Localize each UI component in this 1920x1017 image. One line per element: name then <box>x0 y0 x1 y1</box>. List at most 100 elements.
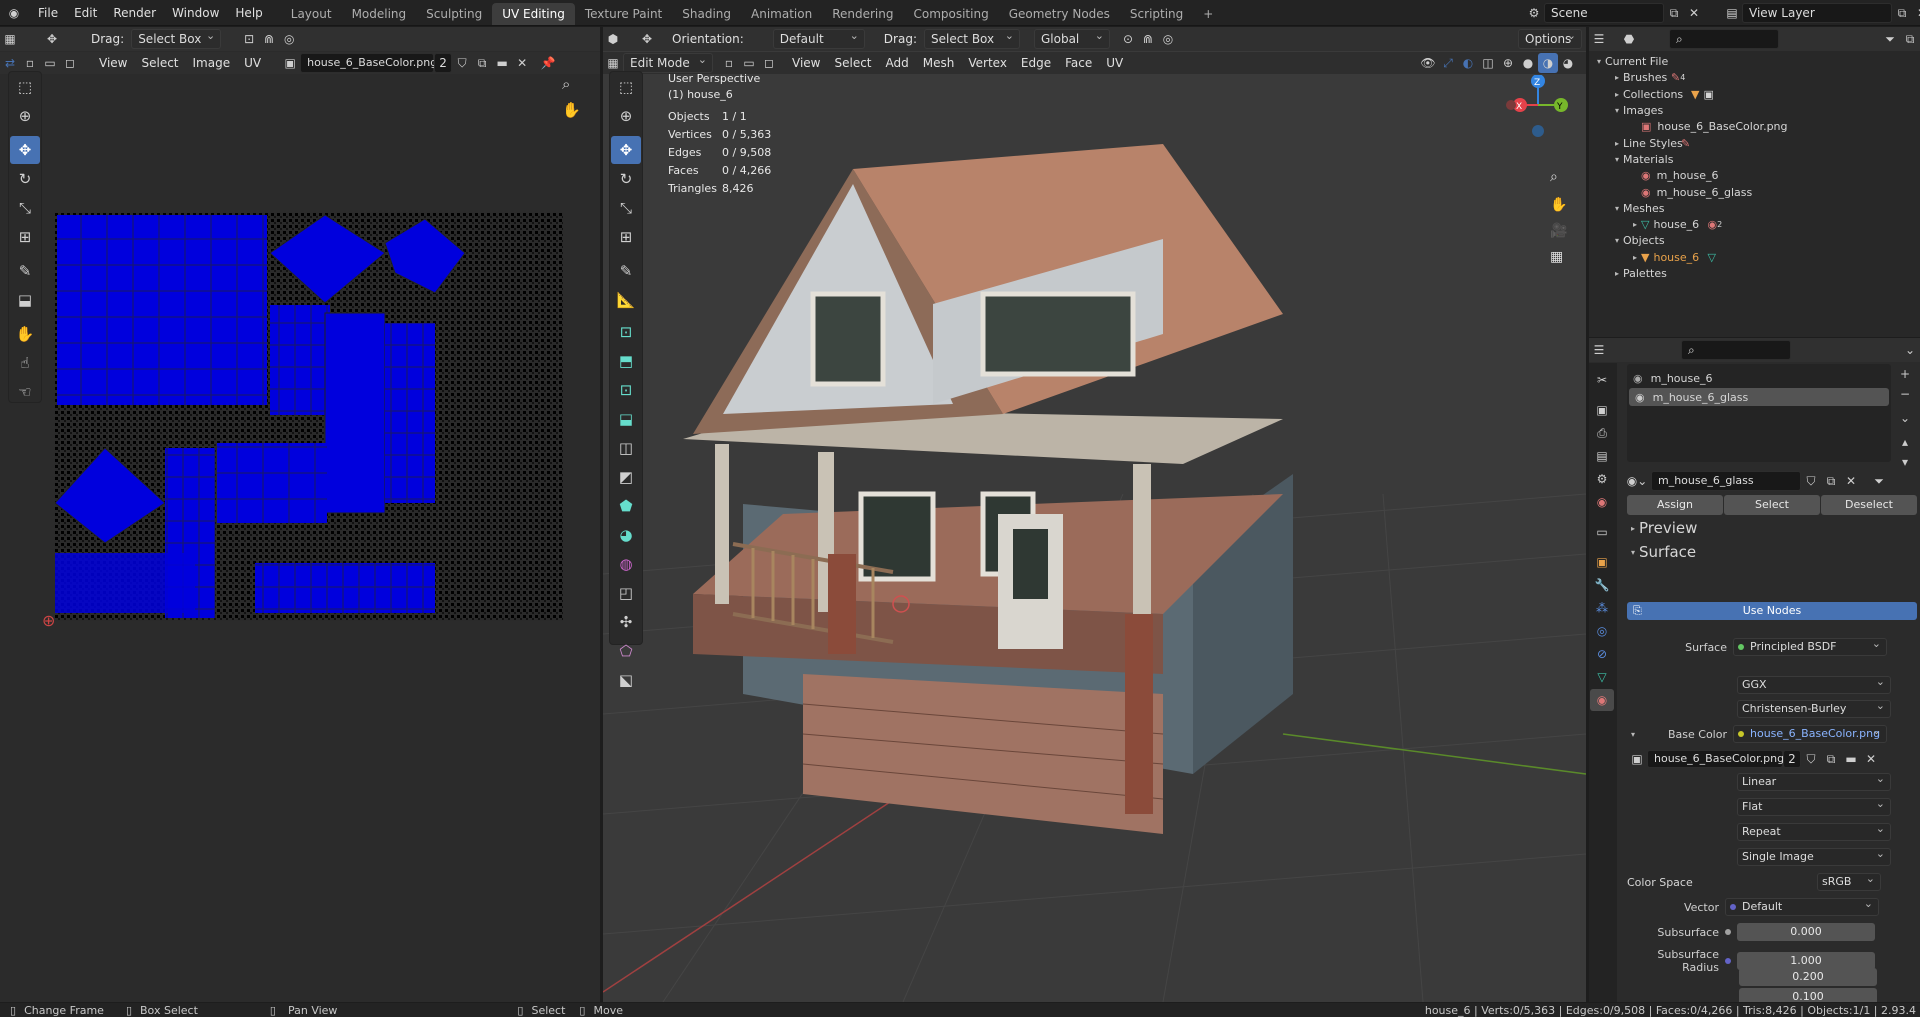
tree-material-1[interactable]: ◉ m_house_6 <box>1593 168 1918 184</box>
proportional-icon[interactable]: ◎ <box>279 29 299 49</box>
tab-geometry-nodes[interactable]: Geometry Nodes <box>999 3 1120 25</box>
edge-slide-icon[interactable]: ◰ <box>611 579 641 607</box>
delete-scene-icon[interactable]: ✕ <box>1684 3 1704 23</box>
tab-layout[interactable]: Layout <box>281 3 342 25</box>
menu-window[interactable]: Window <box>164 0 227 26</box>
menu-edit[interactable]: Edit <box>66 0 105 26</box>
uv-menu-view[interactable]: View <box>92 52 134 74</box>
vertex-select-icon[interactable]: ▫ <box>20 53 40 73</box>
relax-tool-icon[interactable]: ☝ <box>10 349 40 377</box>
pinch-tool-icon[interactable]: ☜ <box>10 378 40 406</box>
tree-objects[interactable]: ▾ Objects <box>1593 233 1918 249</box>
display-mode-icon[interactable]: ⬣ <box>1619 29 1639 49</box>
material-slot-list[interactable]: ◉ m_house_6 ◉ m_house_6_glass <box>1627 364 1891 462</box>
move-tool-icon[interactable]: ✥ <box>42 29 62 49</box>
image-browse-icon[interactable]: ▣ <box>280 53 300 73</box>
material-unlink-icon[interactable]: ✕ <box>1841 471 1861 491</box>
wireframe-shading-icon[interactable]: ⊕ <box>1498 53 1518 73</box>
inset-icon[interactable]: ⊡ <box>611 376 641 404</box>
tab-rendering[interactable]: Rendering <box>822 3 903 25</box>
filter-icon[interactable]: ⏷ <box>1880 29 1900 49</box>
zoom-icon[interactable]: ⌕ <box>562 75 570 93</box>
rendered-shading-icon[interactable]: ◕ <box>1558 53 1578 73</box>
properties-options-icon[interactable]: ⌄ <box>1900 340 1920 360</box>
vp-rotate-icon[interactable]: ↻ <box>611 165 641 193</box>
vertex-mode-icon[interactable]: ▫ <box>719 53 739 73</box>
collection-tab-icon[interactable]: ▭ <box>1590 521 1614 543</box>
unlink-image-icon[interactable]: ✕ <box>512 53 532 73</box>
view-layer-field[interactable]: View Layer <box>1742 3 1892 23</box>
base-color-expand-icon[interactable]: ▾ <box>1627 730 1639 739</box>
material-shading-icon[interactable]: ◑ <box>1538 53 1558 73</box>
face-select-icon[interactable]: ◻ <box>60 53 80 73</box>
image-users-count[interactable]: 2 <box>434 53 453 73</box>
add-slot-icon[interactable]: + <box>1895 364 1915 384</box>
tab-scripting[interactable]: Scripting <box>1120 3 1193 25</box>
extension-select[interactable]: Repeat <box>1737 821 1891 841</box>
subsurface-value[interactable]: 0.000 <box>1737 923 1875 941</box>
constraints-tab-icon[interactable]: ⊘ <box>1590 643 1614 665</box>
properties-type-icon[interactable]: ☰ <box>1589 340 1609 360</box>
distribution-select[interactable]: GGX <box>1737 674 1891 694</box>
knife-icon[interactable]: ◩ <box>611 463 641 491</box>
subsurface-radius-z[interactable]: 0.100 <box>1739 988 1877 1002</box>
visibility-icon[interactable]: 👁 <box>1418 53 1438 73</box>
slot-specials-icon[interactable]: ⌄ <box>1895 408 1915 428</box>
ortho-toggle-icon[interactable]: ▦ <box>1550 249 1563 265</box>
transform-tool-icon[interactable]: ⊞ <box>10 223 40 251</box>
menu-file[interactable]: File <box>30 0 66 26</box>
viewport-drag-select[interactable]: Select Box <box>923 27 1020 49</box>
tree-object-item[interactable]: ▸ ▼ house_6 ▽ <box>1593 250 1918 266</box>
material-tab-icon[interactable]: ◉ <box>1590 689 1614 711</box>
viewport-editor-type-icon[interactable]: ⬢ <box>603 29 623 49</box>
texture-fake-user-icon[interactable]: ⛉ <box>1801 749 1821 769</box>
delete-view-layer-icon[interactable]: ✕ <box>1912 3 1920 23</box>
vp-menu-mesh[interactable]: Mesh <box>916 52 962 74</box>
material-browse-icon[interactable]: ◉⌄ <box>1627 471 1648 491</box>
menu-help[interactable]: Help <box>227 0 270 26</box>
shear-icon[interactable]: ⬠ <box>611 637 641 665</box>
orientation-select[interactable]: Default <box>772 27 865 49</box>
open-image-icon[interactable]: ▬ <box>492 53 512 73</box>
menu-render[interactable]: Render <box>105 0 164 26</box>
color-space-select[interactable]: sRGB <box>1817 871 1881 891</box>
texture-open-icon[interactable]: ▬ <box>1841 749 1861 769</box>
uv-menu-select[interactable]: Select <box>134 52 185 74</box>
tab-texture-paint[interactable]: Texture Paint <box>575 3 672 25</box>
uv-texture-canvas[interactable] <box>55 213 563 621</box>
select-button[interactable]: Select <box>1724 495 1820 515</box>
solid-shading-icon[interactable]: ● <box>1518 53 1538 73</box>
grab-tool-icon[interactable]: ✋ <box>10 320 40 348</box>
select-box-tool-icon[interactable]: ⬚ <box>10 73 40 101</box>
sync-selection-icon[interactable]: ⇄ <box>0 53 20 73</box>
tree-material-2[interactable]: ◉ m_house_6_glass <box>1593 184 1918 200</box>
new-scene-icon[interactable]: ⧉ <box>1664 3 1684 23</box>
outliner-type-icon[interactable]: ☰ <box>1589 29 1609 49</box>
scene-tab-icon[interactable]: ⚙ <box>1590 468 1614 490</box>
rip-region-icon[interactable]: ⬕ <box>611 666 641 694</box>
uv-menu-image[interactable]: Image <box>186 52 238 74</box>
world-tab-icon[interactable]: ◉ <box>1590 491 1614 513</box>
interpolation-select[interactable]: Linear <box>1737 771 1891 791</box>
overlays-icon[interactable]: ◐ <box>1458 53 1478 73</box>
viewport-move-tool-icon[interactable]: ✥ <box>637 29 657 49</box>
2d-cursor-icon[interactable]: ⊕ <box>42 611 55 630</box>
tree-meshes[interactable]: ▾ Meshes <box>1593 201 1918 217</box>
material-fake-user-icon[interactable]: ⛉ <box>1801 471 1821 491</box>
spin-icon[interactable]: ◕ <box>611 521 641 549</box>
modifier-tab-icon[interactable]: 🔧 <box>1590 574 1614 596</box>
move-slot-up-icon[interactable]: ▴ <box>1895 432 1915 452</box>
tree-collections[interactable]: ▸ Collections ▼ ▣ <box>1593 87 1918 103</box>
rotate-tool-icon[interactable]: ↻ <box>10 165 40 193</box>
source-select[interactable]: Single Image <box>1737 846 1891 866</box>
vector-field[interactable]: Default <box>1725 896 1879 916</box>
surface-shader-field[interactable]: Principled BSDF <box>1733 636 1887 656</box>
vp-zoom-icon[interactable]: ⌕ <box>1550 169 1558 185</box>
data-tab-icon[interactable]: ▽ <box>1590 666 1614 688</box>
vp-scale-icon[interactable]: ⤡ <box>611 194 641 222</box>
xray-icon[interactable]: ◫ <box>1478 53 1498 73</box>
bevel-icon[interactable]: ⬓ <box>611 405 641 433</box>
shrink-fatten-icon[interactable]: ✣ <box>611 608 641 636</box>
material-name-field[interactable]: m_house_6_glass <box>1651 471 1801 491</box>
tree-image-item[interactable]: ▣ house_6_BaseColor.png <box>1593 119 1918 135</box>
